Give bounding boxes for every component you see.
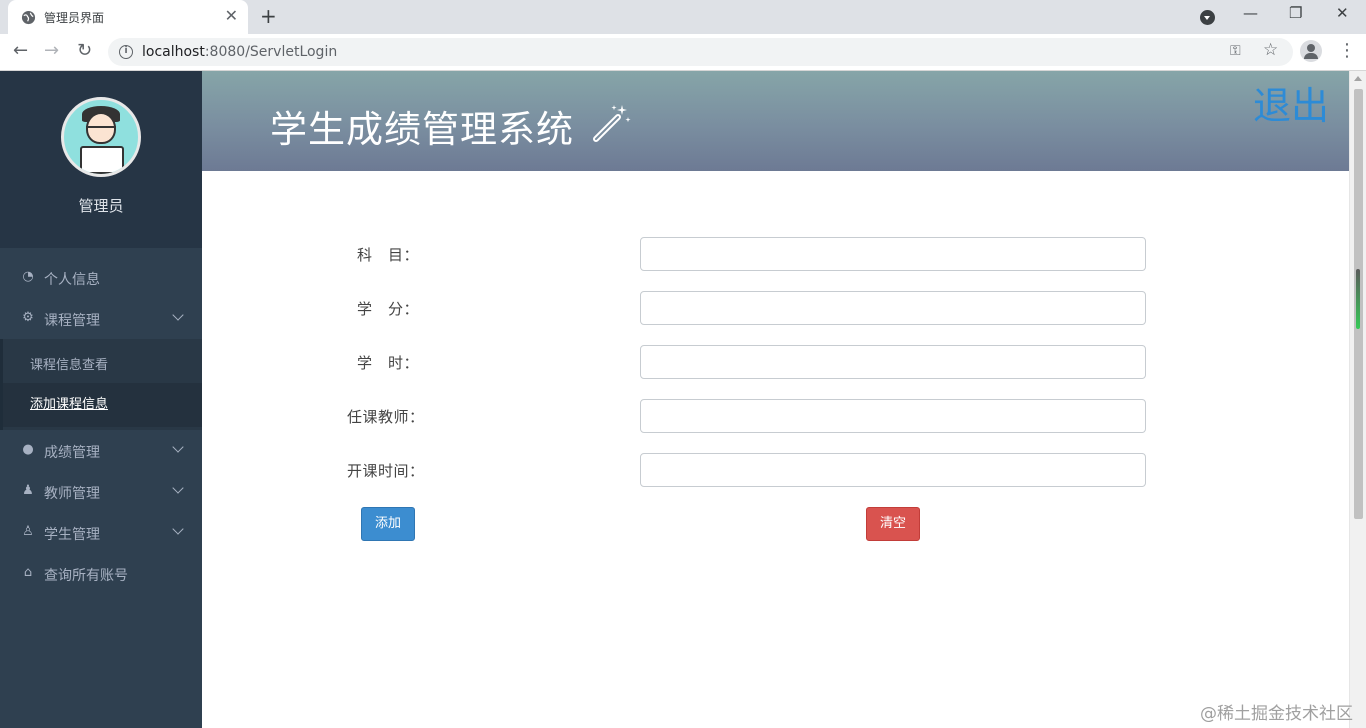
user-icon: ♙ (22, 524, 34, 539)
add-button[interactable]: 添加 (361, 507, 415, 541)
sidebar-item-label: 成绩管理 (44, 445, 100, 461)
minimize-button[interactable]: — (1243, 4, 1258, 22)
sidebar-item-label: 查询所有账号 (44, 568, 128, 584)
course-submenu: 课程信息查看 添加课程信息 (0, 339, 202, 430)
globe-icon (21, 10, 36, 25)
teacher-input[interactable] (640, 399, 1146, 433)
browser-menu-icon[interactable]: ⋮ (1338, 40, 1356, 61)
back-icon[interactable]: ← (13, 40, 28, 61)
dashboard-icon: ◔ (22, 269, 34, 284)
tab-close-icon[interactable]: ✕ (225, 6, 238, 25)
hours-input[interactable] (640, 345, 1146, 379)
key-icon[interactable]: ⚿ (1230, 43, 1241, 59)
new-tab-button[interactable]: + (260, 4, 277, 28)
sidebar-item-course-management[interactable]: ⚙ 课程管理 (0, 298, 202, 339)
logout-link[interactable]: 退出 (1253, 75, 1329, 130)
address-bar[interactable]: i localhost:8080/ServletLogin ⚿ ☆ (108, 38, 1293, 66)
site-info-icon[interactable]: i (119, 45, 133, 59)
start-time-label: 开课时间： (347, 462, 425, 480)
start-time-input[interactable] (640, 453, 1146, 487)
profile-name: 管理员 (78, 197, 124, 215)
scroll-up-icon[interactable] (1354, 76, 1362, 81)
browser-tab-strip: 管理员界面 ✕ + — ❐ ✕ (0, 0, 1366, 34)
chevron-down-icon (172, 523, 184, 535)
chevron-down-icon (172, 309, 184, 321)
sidebar: 管理员 ◔ 个人信息 ⚙ 课程管理 课程信息查看 添加课程信息 ● 成绩管理 ♟… (0, 71, 202, 728)
close-window-button[interactable]: ✕ (1336, 4, 1349, 22)
sidebar-nav: ◔ 个人信息 ⚙ 课程管理 课程信息查看 添加课程信息 ● 成绩管理 ♟ 教师管… (0, 257, 202, 594)
sidebar-item-personal-info[interactable]: ◔ 个人信息 (0, 257, 202, 298)
bookmark-star-icon[interactable]: ☆ (1263, 40, 1278, 60)
sidebar-item-all-accounts[interactable]: ⌂ 查询所有账号 (0, 553, 202, 594)
url-path: :8080/ServletLogin (204, 44, 338, 60)
submenu-item-add-course[interactable]: 添加课程信息 (30, 393, 108, 412)
chevron-down-icon (172, 482, 184, 494)
sidebar-item-teacher-management[interactable]: ♟ 教师管理 (0, 471, 202, 512)
restore-button[interactable]: ❐ (1289, 4, 1302, 22)
subject-input[interactable] (640, 237, 1146, 271)
vertical-scrollbar[interactable] (1349, 71, 1366, 728)
sidebar-item-label: 课程管理 (44, 313, 100, 329)
credit-input[interactable] (640, 291, 1146, 325)
media-control-icon[interactable] (1200, 10, 1215, 25)
subject-label: 科 目： (357, 246, 420, 264)
credit-label: 学 分： (357, 300, 420, 318)
hours-label: 学 时： (357, 354, 420, 372)
sidebar-item-label: 个人信息 (44, 272, 100, 288)
browser-toolbar: ← → ↻ i localhost:8080/ServletLogin ⚿ ☆ … (0, 34, 1366, 71)
sidebar-item-label: 学生管理 (44, 527, 100, 543)
submenu-item-view-course[interactable]: 课程信息查看 (30, 354, 108, 373)
browser-tab[interactable]: 管理员界面 ✕ (8, 0, 248, 34)
reload-icon[interactable]: ↻ (77, 40, 92, 61)
sidebar-item-student-management[interactable]: ♙ 学生管理 (0, 512, 202, 553)
sidebar-item-label: 教师管理 (44, 486, 100, 502)
chevron-down-icon (172, 441, 184, 453)
sidebar-item-grade-management[interactable]: ● 成绩管理 (0, 430, 202, 471)
profile-panel: 管理员 (0, 71, 202, 248)
bank-icon: ⌂ (23, 565, 33, 580)
laptop-icon (80, 146, 124, 174)
teacher-label: 任课教师： (347, 408, 425, 426)
magic-wand-icon (593, 105, 631, 142)
comments-icon: ● (22, 442, 34, 457)
page-title: 学生成绩管理系统 (270, 108, 574, 151)
url-text[interactable]: localhost:8080/ServletLogin (142, 44, 337, 60)
clear-button[interactable]: 清空 (866, 507, 920, 541)
profile-avatar-icon[interactable] (1300, 40, 1322, 62)
page-header: 学生成绩管理系统 退出 (202, 71, 1349, 171)
forward-icon[interactable]: → (44, 40, 59, 61)
users-icon: ♟ (22, 483, 34, 498)
url-host: localhost (142, 44, 205, 60)
gears-icon: ⚙ (22, 310, 34, 325)
watermark: @稀土掘金技术社区 (1200, 704, 1353, 724)
avatar[interactable] (61, 97, 141, 177)
tab-title: 管理员界面 (44, 11, 105, 25)
